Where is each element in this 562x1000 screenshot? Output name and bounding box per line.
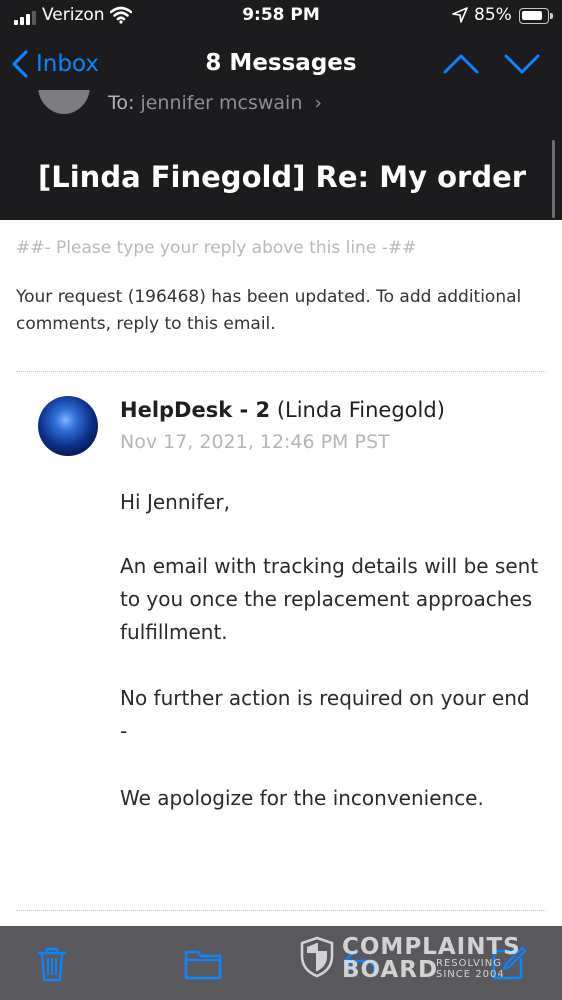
status-bar: Verizon 9:58 PM 85%: [0, 0, 562, 34]
complaintsboard-watermark: COMPLAINTS BOARD RESOLVING SINCE 2004: [300, 934, 524, 986]
scrollbar[interactable]: [552, 140, 555, 218]
reply-above-line-marker: ##- Please type your reply above this li…: [16, 238, 417, 258]
previous-message-button[interactable]: [441, 50, 481, 78]
email-subject: [Linda Finegold] Re: My order: [38, 160, 527, 194]
chevron-right-icon: ›: [314, 92, 323, 114]
chevron-up-icon: [443, 54, 479, 74]
battery-icon: [519, 8, 553, 24]
next-message-button[interactable]: [502, 50, 542, 78]
trash-button[interactable]: [36, 946, 68, 986]
chevron-down-icon: [504, 54, 540, 74]
watermark-tagline: RESOLVING SINCE 2004: [436, 958, 505, 980]
divider: [16, 371, 546, 372]
recipient-name: jennifer mcswain: [140, 92, 303, 114]
trash-icon: [37, 947, 67, 982]
message-paragraph: No further action is required on your en…: [120, 686, 530, 743]
comment-date: Nov 17, 2021, 12:46 PM PST: [120, 431, 390, 453]
comment-author: HelpDesk - 2 (Linda Finegold): [120, 398, 445, 422]
location-arrow-icon: [452, 7, 468, 28]
divider: [16, 910, 546, 911]
folder-icon: [184, 950, 222, 980]
message-header: Verizon 9:58 PM 85% Inbox 8 Messages To:…: [0, 0, 562, 220]
navigation-bar: Inbox 8 Messages: [0, 38, 562, 90]
battery-percent: 85%: [474, 5, 512, 25]
watermark-line2: BOARD: [342, 957, 439, 983]
author-detail: (Linda Finegold): [276, 398, 445, 422]
watermark-tag1: RESOLVING: [436, 958, 502, 969]
author-name: HelpDesk - 2: [120, 398, 271, 422]
move-to-folder-button[interactable]: [184, 946, 222, 984]
message-greeting: Hi Jennifer,: [120, 490, 230, 514]
helpdesk-avatar: [38, 396, 98, 456]
shield-logo-icon: [300, 936, 334, 978]
ticket-update-notice: Your request (196468) has been updated. …: [16, 287, 522, 334]
message-paragraph: We apologize for the inconvenience.: [120, 786, 484, 810]
message-paragraph: An email with tracking details will be s…: [120, 554, 539, 644]
watermark-tag2: SINCE 2004: [436, 969, 505, 980]
to-label: To:: [108, 92, 135, 114]
recipient-row[interactable]: To: jennifer mcswain ›: [108, 92, 322, 114]
